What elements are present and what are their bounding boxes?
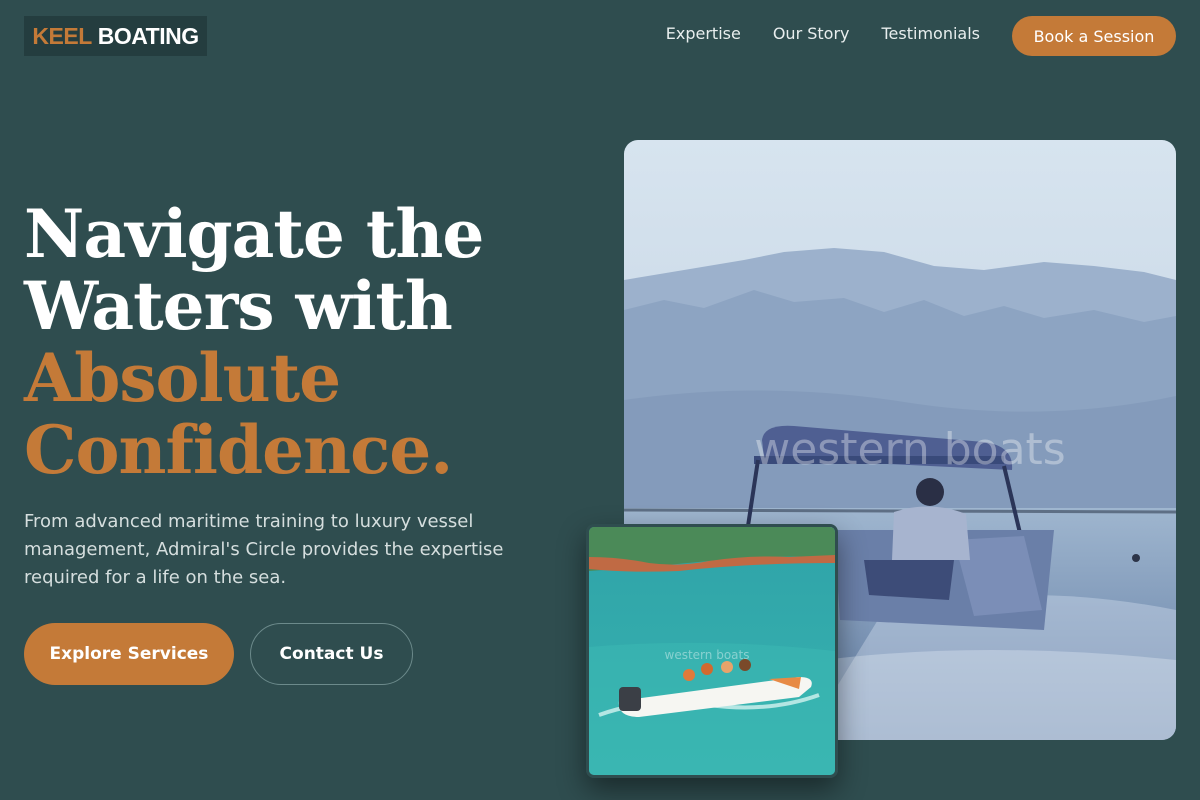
nav-link-testimonials[interactable]: Testimonials [882,24,981,43]
hero-title-line1: Navigate the [24,195,484,273]
contact-us-button[interactable]: Contact Us [250,623,413,685]
hero-inset-image: western boats [586,524,838,778]
nav-links: Expertise Our Story Testimonials [666,24,980,43]
top-navigation: KEEL BOATING Expertise Our Story Testimo… [0,0,1200,72]
hero-title-line4: Confidence. [24,411,453,489]
nav-link-our-story[interactable]: Our Story [773,24,850,43]
hero-title-line3: Absolute [24,339,341,417]
brand-logo-part2: BOATING [97,22,199,49]
hero-title-line2: Waters with [24,267,453,345]
hero-title: Navigate the Waters with Absolute Confid… [24,198,584,486]
brand-logo[interactable]: KEEL BOATING [24,16,207,56]
main-image-watermark: western boats [754,424,1065,475]
nav-link-expertise[interactable]: Expertise [666,24,741,43]
inset-image-watermark: western boats [665,648,750,662]
brand-logo-part1: KEEL [32,22,92,49]
book-session-button[interactable]: Book a Session [1012,16,1176,56]
explore-services-button[interactable]: Explore Services [24,623,234,685]
hero-subtitle: From advanced maritime training to luxur… [24,511,504,588]
